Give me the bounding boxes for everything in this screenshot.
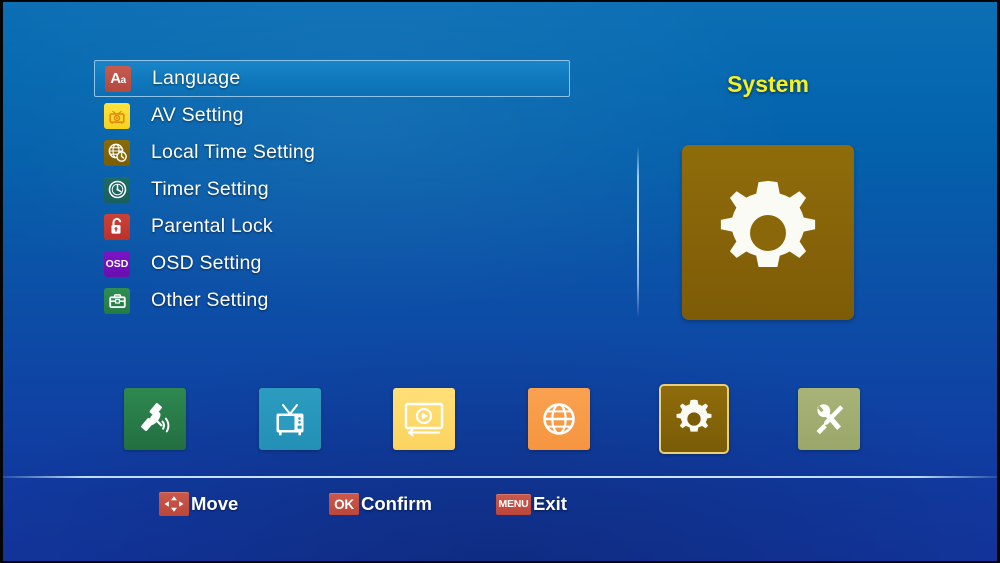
menu-item-parental-lock[interactable]: Parental Lock (94, 208, 570, 245)
screen-frame-left (0, 0, 3, 563)
television-icon (276, 404, 304, 436)
aa-glyph: Aa (110, 70, 126, 87)
system-preview-tile (682, 145, 854, 320)
gear-icon (676, 399, 712, 432)
main-category-bar (0, 384, 1000, 468)
menu-item-other-setting[interactable]: Other Setting (94, 282, 570, 319)
hint-label: Confirm (361, 493, 432, 514)
clock-icon (104, 176, 130, 203)
menu-item-label: Parental Lock (151, 215, 273, 237)
wrench-screwdriver-icon (816, 404, 844, 435)
menu-item-label: Language (152, 67, 241, 89)
globe-icon (543, 403, 575, 435)
menu-item-osd-setting[interactable]: OSD OSD Setting (94, 245, 570, 282)
ok-key-icon: OK (329, 493, 359, 515)
menu-item-label: Other Setting (151, 289, 269, 311)
osd-glyph: OSD (105, 257, 129, 270)
screen-frame-top (0, 0, 1000, 2)
menu-item-label: Timer Setting (151, 178, 269, 200)
hint-move: Move (159, 490, 238, 518)
category-tools[interactable] (798, 388, 860, 450)
dpad-arrows-icon (159, 492, 189, 516)
text-size-aa-icon: Aa (105, 65, 131, 92)
help-bar: Move OK Confirm MENU Exit (0, 490, 1000, 524)
panel-divider (637, 146, 639, 318)
menu-item-label: OSD Setting (151, 252, 262, 274)
menu-item-language[interactable]: Aa Language (94, 60, 570, 97)
category-media[interactable] (393, 388, 455, 450)
category-installation[interactable] (124, 388, 186, 450)
osd-text-icon: OSD (104, 250, 130, 277)
menu-item-av-setting[interactable]: AV Setting (94, 97, 570, 134)
category-system[interactable] (659, 384, 729, 454)
menu-item-local-time-setting[interactable]: Local Time Setting (94, 134, 570, 171)
hint-exit: MENU Exit (496, 490, 567, 518)
menu-item-label: AV Setting (151, 104, 244, 126)
menu-key-icon: MENU (496, 493, 531, 515)
category-network[interactable] (528, 388, 590, 450)
tv-menu-screen: Aa Language AV Setting Local Time Settin… (0, 0, 1000, 563)
category-channel[interactable] (259, 388, 321, 450)
hint-confirm: OK Confirm (329, 490, 432, 518)
help-bar-divider (3, 476, 997, 478)
panel-title: System (727, 71, 809, 97)
globe-clock-icon (104, 139, 130, 166)
media-player-icon (404, 402, 444, 437)
open-padlock-icon (104, 213, 130, 240)
menu-item-label: Local Time Setting (151, 141, 316, 163)
gear-icon (720, 180, 816, 267)
satellite-dish-icon (141, 403, 170, 433)
hint-label: Exit (533, 493, 567, 514)
settings-menu-list: Aa Language AV Setting Local Time Settin… (94, 60, 570, 319)
tv-camera-icon (104, 102, 130, 129)
briefcase-icon (104, 287, 130, 314)
menu-item-timer-setting[interactable]: Timer Setting (94, 171, 570, 208)
hint-label: Move (191, 493, 239, 514)
